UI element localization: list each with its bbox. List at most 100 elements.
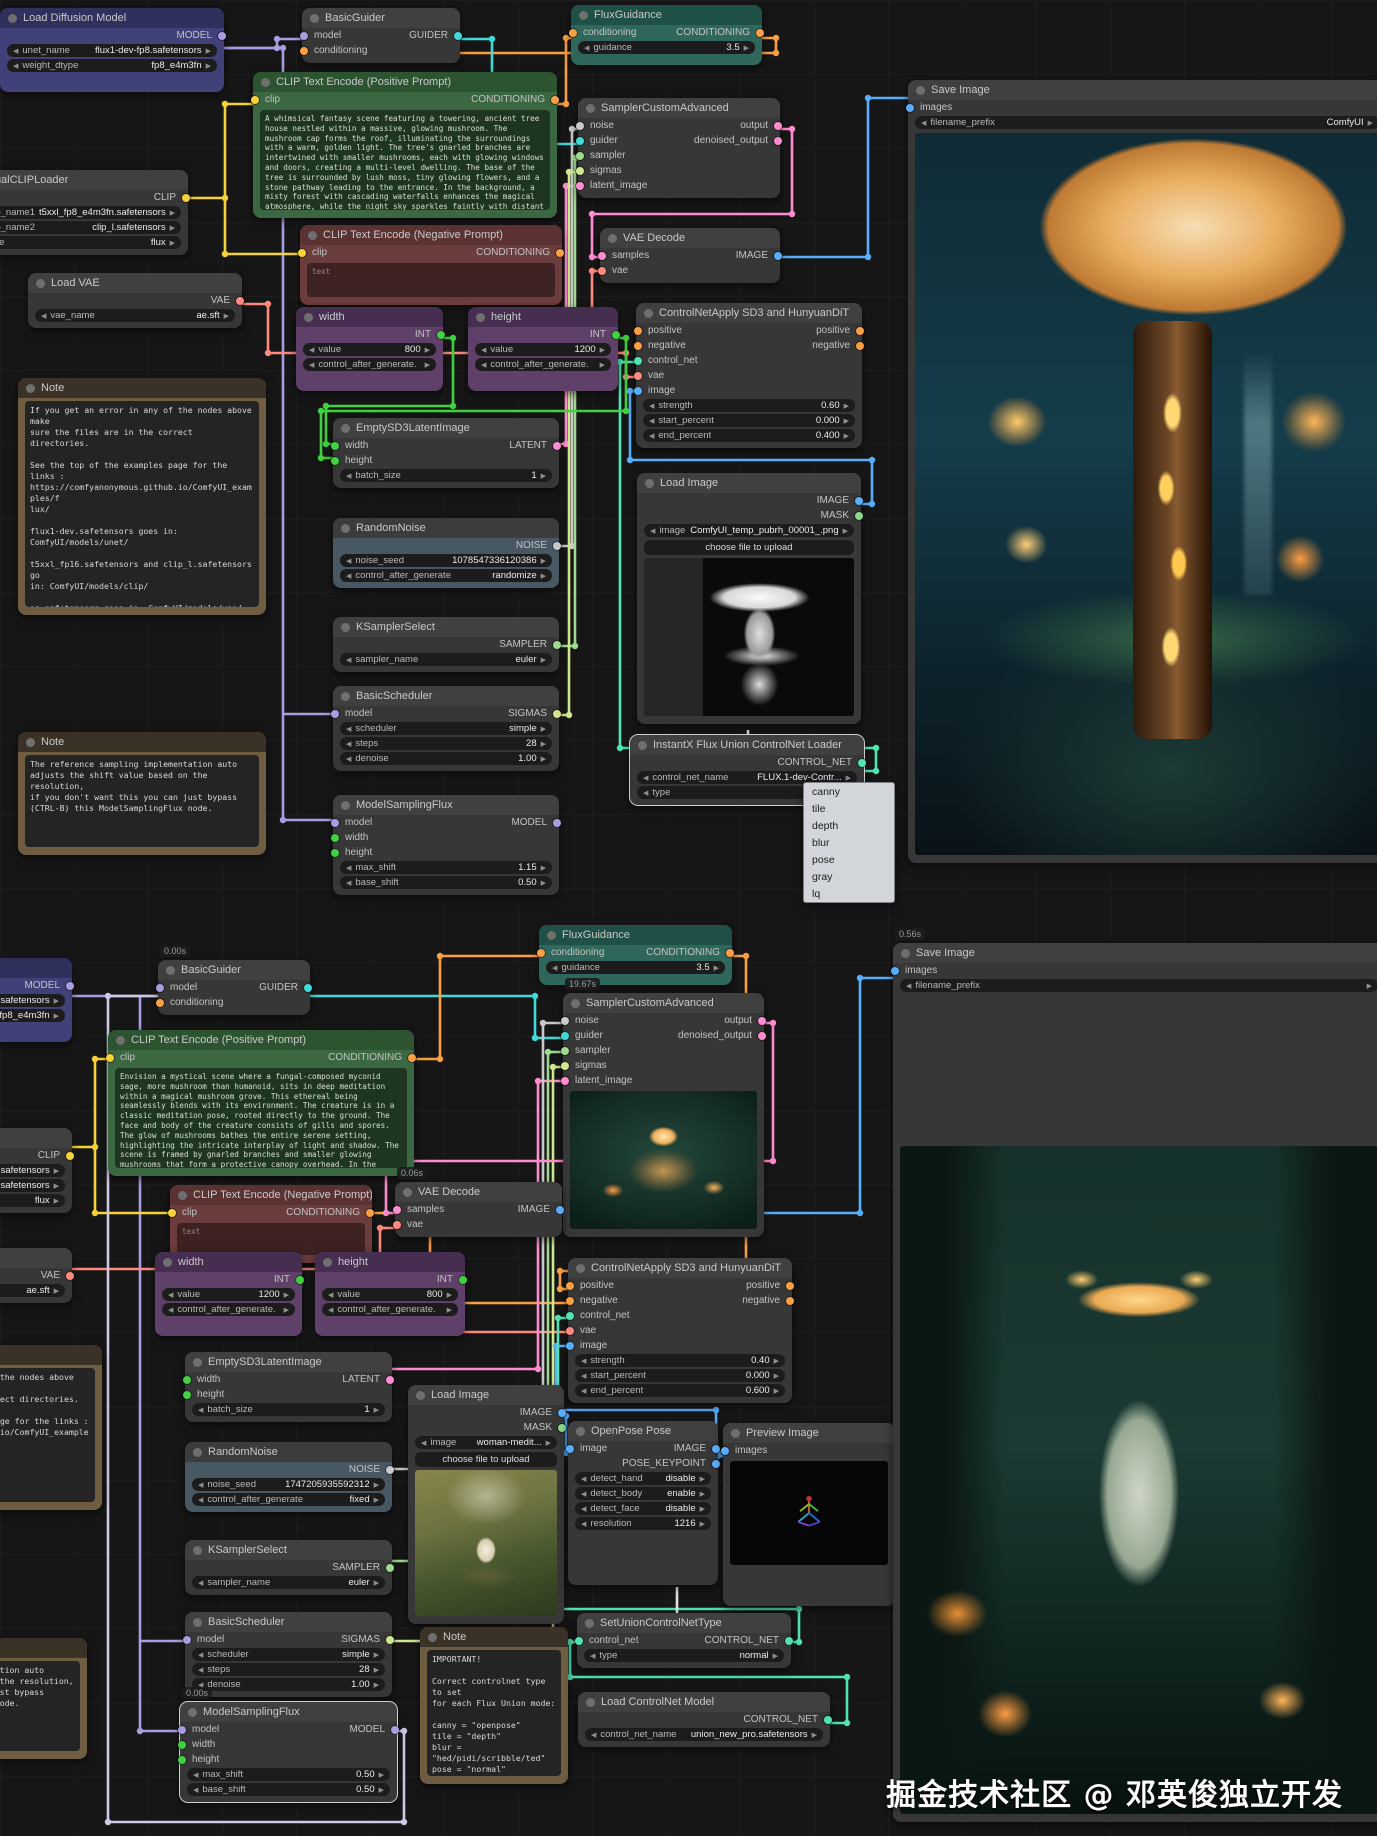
node-ksampler-select-2[interactable]: KSamplerSelectSAMPLER◀sampler_nameeuler▶: [185, 1540, 392, 1595]
node-basic-guider-2[interactable]: 0.00sBasicGuidermodelGUIDERconditioning: [158, 960, 310, 1015]
node-title-bar[interactable]: Note: [18, 732, 266, 752]
port-positive[interactable]: positive: [816, 325, 860, 336]
widget-end-percent[interactable]: ◀end_percent0.600▶: [575, 1384, 785, 1397]
port-dot-icon[interactable]: [556, 249, 564, 257]
port-vae[interactable]: VAE: [41, 1270, 70, 1281]
node-model-sampling-flux-2[interactable]: 0.00sModelSamplingFluxmodelMODELwidthhei…: [180, 1702, 397, 1802]
widget-detect-hand[interactable]: ◀detect_handdisable▶: [575, 1472, 711, 1485]
port-dot-icon[interactable]: [756, 29, 764, 37]
port-model[interactable]: MODEL: [511, 817, 557, 828]
node-basic-guider-1[interactable]: BasicGuidermodelGUIDERconditioning: [302, 8, 460, 63]
decrement-arrow-icon[interactable]: ◀: [481, 346, 486, 354]
node-title-bar[interactable]: VAE Decode: [395, 1182, 562, 1202]
collapse-dot-icon[interactable]: [576, 1264, 585, 1273]
node-title-bar[interactable]: EmptySD3LatentImage: [185, 1352, 392, 1372]
increment-arrow-icon[interactable]: ▶: [170, 209, 175, 217]
increment-arrow-icon[interactable]: ▶: [541, 740, 546, 748]
port-dot-icon[interactable]: [575, 1637, 583, 1645]
decrement-arrow-icon[interactable]: ◀: [346, 472, 351, 480]
port-model[interactable]: model: [304, 30, 341, 41]
port-latent-image[interactable]: latent_image: [565, 1075, 632, 1086]
widget-resolution[interactable]: ◀resolution1216▶: [575, 1517, 711, 1530]
port-latent[interactable]: LATENT: [342, 1374, 390, 1385]
increment-arrow-icon[interactable]: ▶: [744, 44, 749, 52]
node-title-bar[interactable]: FluxGuidance: [571, 5, 762, 25]
decrement-arrow-icon[interactable]: ◀: [193, 1786, 198, 1794]
widget-filename-prefix[interactable]: ◀filename_prefixComfyUI▶: [915, 116, 1377, 129]
port-dot-icon[interactable]: [712, 1445, 720, 1453]
increment-arrow-icon[interactable]: ▶: [374, 1481, 379, 1489]
port-dot-icon[interactable]: [774, 122, 782, 130]
port-dot-icon[interactable]: [566, 1282, 574, 1290]
port-model[interactable]: model: [160, 982, 197, 993]
widget-control-after-generate-[interactable]: ◀control_after_generate.▶: [475, 358, 611, 371]
increment-arrow-icon[interactable]: ▶: [541, 864, 546, 872]
port-clip[interactable]: clip: [302, 247, 327, 258]
port-dot-icon[interactable]: [366, 1209, 374, 1217]
node-title-bar[interactable]: ControlNetApply SD3 and HunyuanDiT: [568, 1258, 792, 1278]
widget-noise-seed[interactable]: ◀noise_seed1747205935592312▶: [192, 1478, 385, 1491]
collapse-dot-icon[interactable]: [8, 14, 17, 23]
decrement-arrow-icon[interactable]: ◀: [41, 312, 46, 320]
port-images[interactable]: images: [910, 102, 952, 113]
port-dot-icon[interactable]: [386, 1636, 394, 1644]
port-dot-icon[interactable]: [300, 47, 308, 55]
port-guider[interactable]: guider: [565, 1030, 603, 1041]
port-vae[interactable]: vae: [638, 370, 664, 381]
port-dot-icon[interactable]: [66, 1272, 74, 1280]
decrement-arrow-icon[interactable]: ◀: [309, 361, 314, 369]
widget-strength[interactable]: ◀strength0.60▶: [643, 399, 855, 412]
port-samples[interactable]: samples: [397, 1204, 444, 1215]
decrement-arrow-icon[interactable]: ◀: [581, 1520, 586, 1528]
note-text[interactable]: IMPORTANT! Correct controlnet type to se…: [427, 1650, 561, 1776]
port-negative[interactable]: negative: [812, 340, 860, 351]
port-dot-icon[interactable]: [106, 1054, 114, 1062]
collapse-dot-icon[interactable]: [608, 234, 617, 243]
port-dot-icon[interactable]: [786, 1297, 794, 1305]
dropdown-item-depth[interactable]: depth: [804, 817, 894, 834]
decrement-arrow-icon[interactable]: ◀: [168, 1291, 173, 1299]
widget-control-after-generate[interactable]: ◀control_after_generatefixed▶: [192, 1493, 385, 1506]
port-dot-icon[interactable]: [561, 1077, 569, 1085]
node-random-noise-2[interactable]: RandomNoiseNOISE◀noise_seed1747205935592…: [185, 1442, 392, 1512]
node-title-bar[interactable]: DualCLIPLoader: [0, 1128, 72, 1148]
increment-arrow-icon[interactable]: ▶: [425, 346, 430, 354]
widget-noise-seed[interactable]: ◀noise_seed1078547336120386▶: [340, 554, 552, 567]
decrement-arrow-icon[interactable]: ◀: [328, 1291, 333, 1299]
port-dot-icon[interactable]: [634, 357, 642, 365]
node-model-sampling-flux-1[interactable]: ModelSamplingFluxmodelMODELwidthheight◀m…: [333, 795, 559, 895]
increment-arrow-icon[interactable]: ▶: [846, 774, 851, 782]
port-dot-icon[interactable]: [856, 327, 864, 335]
node-load-image-2[interactable]: Load ImageIMAGEMASK◀imagewoman-medit...▶…: [408, 1385, 564, 1624]
widget-control-after-generate-[interactable]: ◀control_after_generate.▶: [162, 1303, 295, 1316]
port-dot-icon[interactable]: [331, 457, 339, 465]
widget-guidance[interactable]: ◀guidance3.5▶: [546, 961, 725, 974]
widget-value[interactable]: ◀value800▶: [303, 343, 436, 356]
node-note-important[interactable]: NoteIMPORTANT! Correct controlnet type t…: [420, 1627, 568, 1784]
port-control-net[interactable]: CONTROL_NET: [744, 1714, 828, 1725]
port-model[interactable]: MODEL: [176, 30, 222, 41]
widget-clip-name2[interactable]: ◀clip_name2clip_l.safetensors▶: [0, 221, 181, 234]
node-clip-text-encode-negative-1[interactable]: CLIP Text Encode (Negative Prompt)clipCO…: [300, 225, 562, 305]
port-dot-icon[interactable]: [553, 819, 561, 827]
widget-denoise[interactable]: ◀denoise1.00▶: [340, 752, 552, 765]
port-dot-icon[interactable]: [183, 1636, 191, 1644]
node-sampler-custom-advanced-2[interactable]: 19.67sSamplerCustomAdvancednoiseoutputgu…: [563, 993, 764, 1237]
decrement-arrow-icon[interactable]: ◀: [198, 1579, 203, 1587]
port-dot-icon[interactable]: [183, 1391, 191, 1399]
node-note-directories[interactable]: NoteIf you get an error in any of the no…: [18, 378, 266, 615]
node-load-diffusion-model-1[interactable]: Load Diffusion ModelMODEL◀unet_nameflux1…: [0, 8, 224, 92]
widget-unet-name[interactable]: ◀unet_nameflux1-dev-fp8.safetensors▶: [0, 994, 65, 1007]
node-title-bar[interactable]: Load Image: [408, 1385, 564, 1405]
widget-denoise[interactable]: ◀denoise1.00▶: [192, 1678, 385, 1691]
port-dot-icon[interactable]: [566, 1445, 574, 1453]
collapse-dot-icon[interactable]: [36, 279, 45, 288]
collapse-dot-icon[interactable]: [193, 1618, 202, 1627]
node-title-bar[interactable]: DualCLIPLoader: [0, 170, 188, 190]
widget-value[interactable]: ◀value800▶: [322, 1288, 458, 1301]
decrement-arrow-icon[interactable]: ◀: [198, 1496, 203, 1504]
port-dot-icon[interactable]: [785, 1637, 793, 1645]
port-image[interactable]: IMAGE: [736, 250, 778, 261]
port-dot-icon[interactable]: [566, 1297, 574, 1305]
port-dot-icon[interactable]: [437, 331, 445, 339]
